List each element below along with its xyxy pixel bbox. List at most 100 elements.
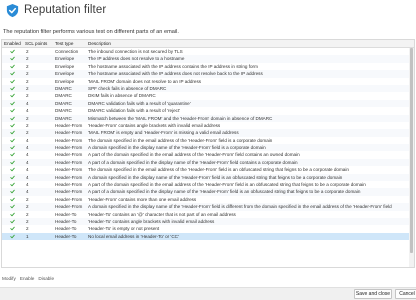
enabled-cell[interactable] (2, 174, 22, 181)
reputation-table: Enabled SCL points Test type Description… (1, 39, 415, 268)
table-row[interactable]: 4 Header-From A part of a domain specified… (2, 188, 414, 196)
enabled-cell[interactable] (2, 70, 22, 77)
description-cell: 'Header-To' is empty or not present (88, 226, 160, 232)
scl-points-cell: 4 (26, 108, 29, 114)
checkmark-icon (10, 71, 15, 76)
disable-link[interactable]: Disable (38, 276, 54, 281)
save-and-close-button[interactable]: Save and close (354, 289, 392, 299)
enabled-cell[interactable] (2, 78, 22, 85)
modify-link[interactable]: Modify (2, 276, 16, 281)
enabled-cell[interactable] (2, 188, 22, 195)
cancel-button[interactable]: Cancel (395, 289, 416, 299)
table-row[interactable]: 4 Header-From A domain specified in the di… (2, 173, 414, 182)
checkmark-icon (10, 197, 15, 202)
enabled-cell[interactable] (2, 48, 22, 55)
enabled-cell[interactable] (2, 122, 22, 129)
test-type-cell: Header-From (55, 174, 83, 180)
table-row[interactable]: 4 Header-From The domain specified in the … (2, 166, 414, 174)
table-row[interactable]: 2 DMARC DKIM fails in absence of DMARC (2, 92, 414, 100)
enable-link[interactable]: Enable (20, 276, 35, 281)
table-row[interactable]: 4 Header-From A domain specified in the di… (2, 144, 414, 152)
enabled-cell[interactable] (2, 63, 22, 70)
table-row[interactable]: 4 Header-From The domain specified in the … (2, 136, 414, 145)
enabled-cell[interactable] (2, 225, 22, 232)
description-cell: A part of a domain specified in the disp… (88, 159, 298, 165)
table-row[interactable]: 1 Header-To No local email address in 'Hea… (2, 232, 414, 241)
checkmark-icon (10, 101, 15, 105)
table-row[interactable]: 2 Header-To 'Header-To' contains an '@' ch… (2, 210, 414, 218)
test-type-cell: DMARC (55, 100, 72, 106)
description-cell: DMARC validation fails with a result of … (88, 108, 181, 114)
shield-check-icon (6, 3, 19, 18)
table-header: Enabled SCL points Test type Description (2, 40, 414, 48)
enabled-cell[interactable] (2, 107, 22, 114)
description-cell: 'MAIL FROM' domain does not resolve to a… (88, 78, 202, 84)
col-scl-points[interactable]: SCL points (22, 40, 53, 47)
enabled-cell[interactable] (2, 196, 22, 203)
scl-points-cell: 2 (26, 211, 29, 217)
enabled-cell[interactable] (2, 144, 22, 151)
description-cell: 'MAIL FROM' is empty and 'Header-From' i… (88, 130, 239, 136)
description-cell: 'Header-To' contains an '@' character th… (88, 211, 236, 217)
checkmark-icon (10, 94, 15, 98)
enabled-cell[interactable] (2, 151, 22, 158)
table-row[interactable]: 2 DMARC SPF check fails in absence of DMAR… (2, 84, 414, 93)
table-row[interactable]: 2 Header-From A domain specified in the di… (2, 203, 414, 211)
table-row[interactable]: 2 Header-From 'Header-From' contains more … (2, 195, 414, 204)
col-test-type[interactable]: Test type (53, 40, 85, 47)
checkmark-icon (10, 212, 15, 216)
enabled-cell[interactable] (2, 129, 22, 136)
table-row[interactable]: 2 Envelope The hostname associated with th… (2, 70, 414, 78)
table-row[interactable]: 2 Envelope The hostname associated with th… (2, 62, 414, 71)
checkmark-icon (10, 108, 15, 113)
enabled-cell[interactable] (2, 211, 22, 218)
enabled-cell[interactable] (2, 85, 22, 92)
table-row[interactable]: 4 DMARC DMARC validation fails with a resu… (2, 99, 414, 108)
checkmark-icon (10, 175, 15, 179)
test-type-cell: Header-From (55, 189, 83, 195)
enabled-cell[interactable] (2, 159, 22, 166)
description-cell: SPF check fails in absence of DMARC (88, 85, 167, 91)
enabled-cell[interactable] (2, 100, 22, 107)
table-row[interactable]: 2 Connection The inbound connection is not… (2, 48, 414, 56)
enabled-cell[interactable] (2, 115, 22, 122)
table-body: 2 Connection The inbound connection is not… (2, 48, 414, 241)
enabled-cell[interactable] (2, 181, 22, 188)
table-row[interactable]: 2 DMARC Mismatch between the 'MAIL FROM' a… (2, 114, 414, 122)
table-row[interactable]: 2 Header-From 'MAIL FROM' is empty and 'He… (2, 129, 414, 137)
enabled-cell[interactable] (2, 218, 22, 225)
test-type-cell: Envelope (55, 71, 75, 77)
col-description[interactable]: Description (85, 40, 414, 47)
enabled-cell[interactable] (2, 203, 22, 210)
table-row[interactable]: 4 DMARC DMARC validation fails with a resu… (2, 107, 414, 115)
table-row[interactable]: 2 Header-From 'Header-From' contains angle… (2, 121, 414, 130)
scl-points-cell: 2 (26, 78, 29, 84)
table-row[interactable]: 2 Header-To 'Header-To' contains angle bra… (2, 217, 414, 226)
description-cell: A domain specified in the display name o… (88, 204, 392, 210)
table-row[interactable]: 2 Envelope 'MAIL FROM' domain does not res… (2, 77, 414, 85)
table-row[interactable]: 4 Header-From A part of a domain specified… (2, 158, 414, 167)
scrollbar-thumb[interactable] (410, 48, 413, 253)
enabled-cell[interactable] (2, 137, 22, 144)
test-type-cell: Header-To (55, 226, 77, 232)
scl-points-cell: 2 (26, 130, 29, 136)
enabled-cell[interactable] (2, 233, 22, 240)
checkmark-icon (10, 138, 15, 142)
enabled-cell[interactable] (2, 92, 22, 99)
table-row[interactable]: 2 Header-To 'Header-To' is empty or not pr… (2, 225, 414, 233)
checkmark-icon (10, 234, 15, 239)
table-row[interactable]: 4 Header-From A part of the domain specifi… (2, 181, 414, 189)
checkmark-icon (10, 227, 15, 231)
enabled-cell[interactable] (2, 55, 22, 62)
checkmark-icon (10, 123, 15, 128)
enabled-cell[interactable] (2, 166, 22, 173)
test-type-cell: Header-From (55, 145, 83, 151)
table-row[interactable]: 2 Envelope The IP address does not resolve… (2, 55, 414, 63)
col-enabled[interactable]: Enabled (2, 40, 22, 47)
table-row[interactable]: 4 Header-From A part of the domain specifi… (2, 151, 414, 159)
scl-points-cell: 4 (26, 145, 29, 151)
scl-points-cell: 4 (26, 167, 29, 173)
scl-points-cell: 2 (26, 63, 29, 69)
vertical-scrollbar[interactable] (409, 48, 414, 267)
description-cell: A domain specified in the display name o… (88, 145, 266, 151)
